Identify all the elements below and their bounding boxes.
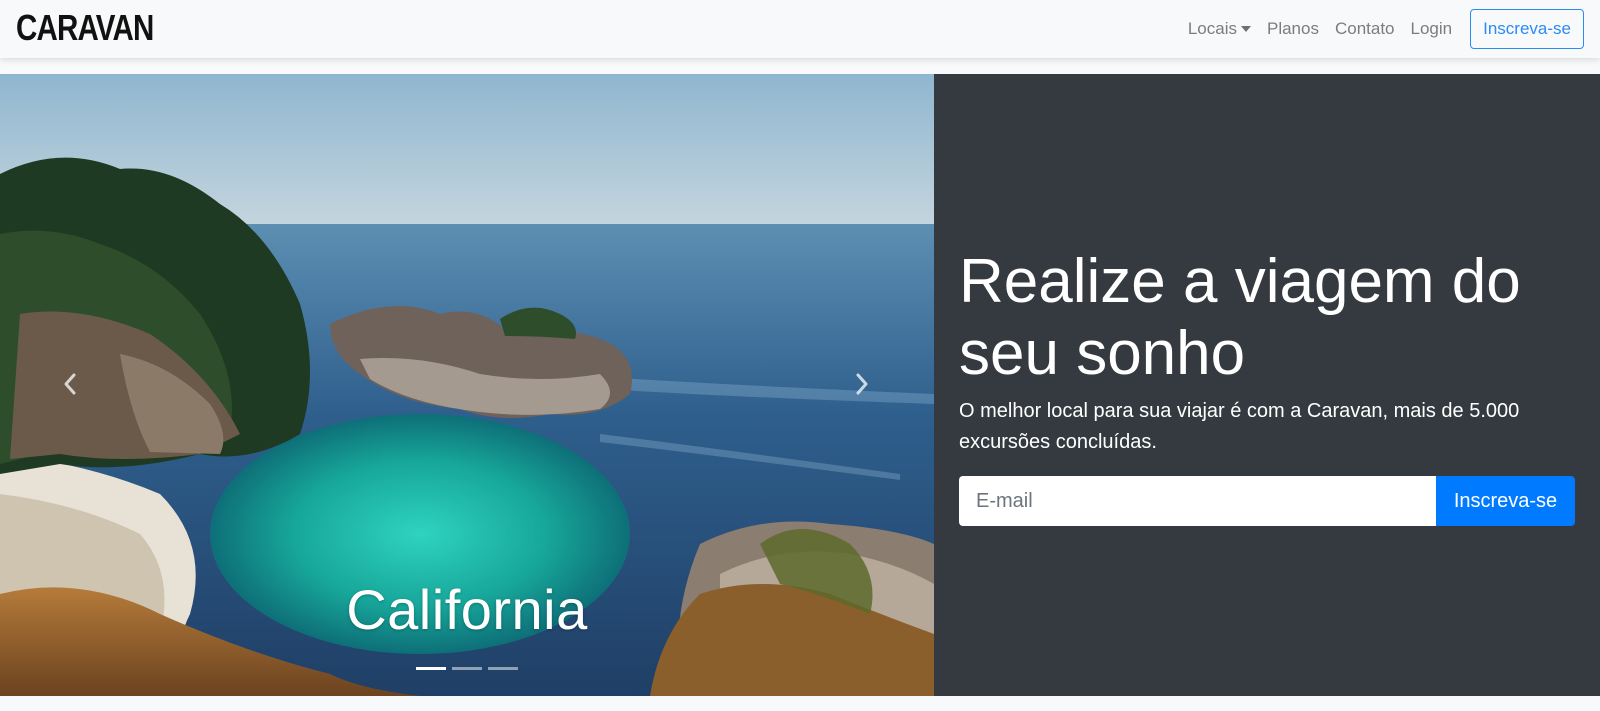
carousel-indicators xyxy=(0,667,934,670)
carousel-indicator[interactable] xyxy=(488,667,518,670)
signup-nav-button[interactable]: Inscreva-se xyxy=(1470,9,1584,49)
hero-headline: Realize a viagem do seu sonho xyxy=(959,247,1521,388)
caret-down-icon xyxy=(1240,26,1251,32)
email-field[interactable] xyxy=(959,476,1436,526)
navbar: CARAVAN Locais Planos Contato Login Insc… xyxy=(0,0,1600,58)
chevron-right-icon xyxy=(856,373,868,395)
carousel-indicator[interactable] xyxy=(416,667,446,670)
carousel: California xyxy=(0,74,934,696)
signup-form: Inscreva-se xyxy=(959,476,1575,526)
signup-submit-button[interactable]: Inscreva-se xyxy=(1436,476,1575,526)
hero-panel: Realize a viagem do seu sonho O melhor l… xyxy=(934,74,1600,696)
nav-item-locais[interactable]: Locais xyxy=(1180,0,1259,58)
brand-logo[interactable]: CARAVAN xyxy=(16,8,154,48)
carousel-prev-button[interactable] xyxy=(50,364,90,404)
nav-item-login[interactable]: Login xyxy=(1403,0,1461,58)
hero-lead: O melhor local para sua viajar é com a C… xyxy=(959,400,1520,453)
carousel-next-button[interactable] xyxy=(842,364,882,404)
hero-section: California Realize a viagem do seu sonho… xyxy=(0,74,1600,696)
carousel-indicator[interactable] xyxy=(452,667,482,670)
nav-item-locais-label: Locais xyxy=(1187,19,1237,38)
chevron-left-icon xyxy=(64,373,76,395)
nav-item-contato[interactable]: Contato xyxy=(1327,0,1403,58)
carousel-caption: California xyxy=(346,578,588,641)
nav-item-planos[interactable]: Planos xyxy=(1259,0,1327,58)
nav-links: Locais Planos Contato Login Inscreva-se xyxy=(1180,0,1584,58)
